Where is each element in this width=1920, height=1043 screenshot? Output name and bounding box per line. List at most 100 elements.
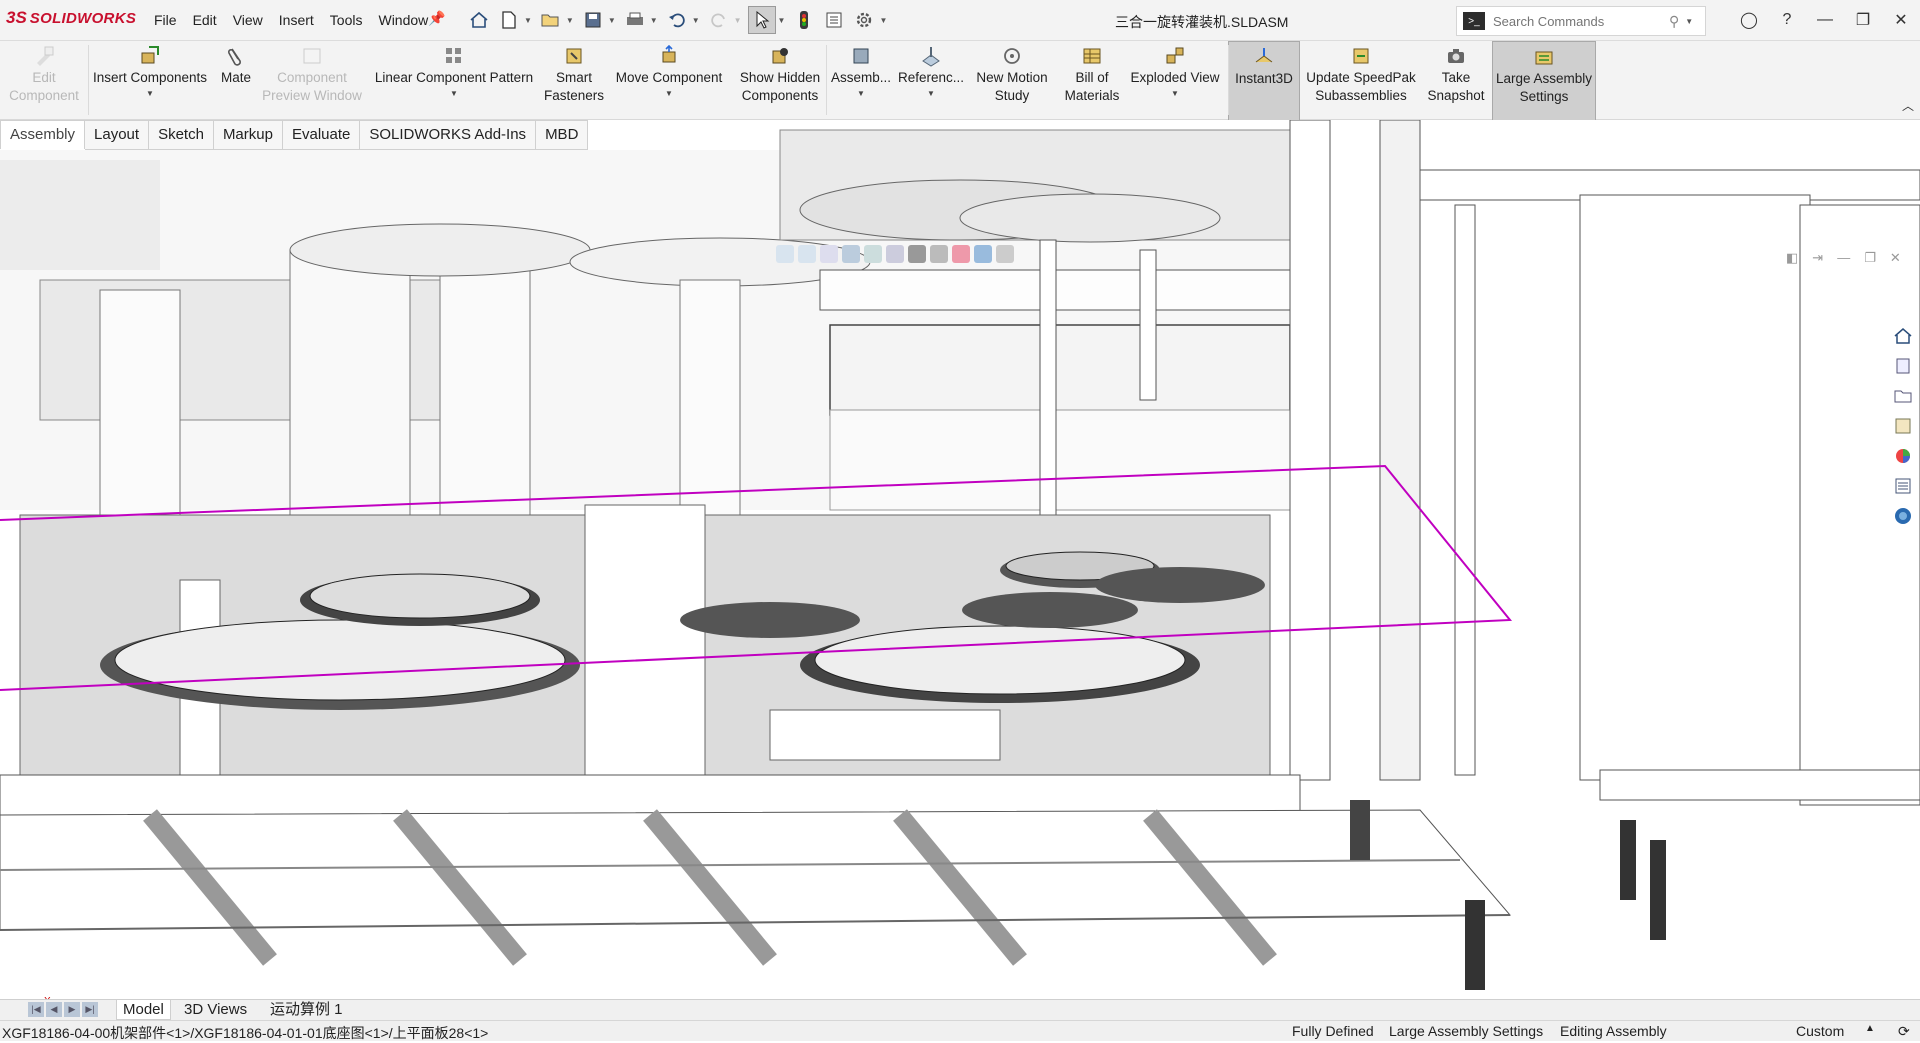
take-snapshot-button[interactable]: Take Snapshot <box>1420 41 1492 119</box>
mate-button[interactable]: Mate <box>212 41 260 119</box>
options-dropdown-icon[interactable]: ▼ <box>879 16 887 25</box>
status-units[interactable]: Custom <box>1796 1023 1844 1039</box>
update-speedpak-button[interactable]: Update SpeedPak Subassemblies <box>1302 41 1420 119</box>
display-style-icon[interactable] <box>908 245 926 263</box>
menu-insert[interactable]: Insert <box>271 12 322 28</box>
insert-components-button[interactable]: Insert Components ▼ <box>88 41 212 119</box>
link-views-icon[interactable]: ⇥ <box>1812 250 1823 266</box>
tab-evaluate[interactable]: Evaluate <box>282 120 361 150</box>
new-motion-study-button[interactable]: New Motion Study <box>966 41 1058 119</box>
collapse-ribbon-icon[interactable]: ︿ <box>1902 97 1914 114</box>
show-hidden-components-button[interactable]: Show Hidden Components <box>734 41 826 119</box>
solidworks-forum-icon[interactable] <box>1893 506 1913 526</box>
instant3d-button[interactable]: Instant3D <box>1228 41 1300 121</box>
edit-appearance-icon[interactable] <box>952 245 970 263</box>
restore-button[interactable]: ❐ <box>1844 10 1882 30</box>
tab-assembly[interactable]: Assembly <box>0 120 86 149</box>
user-account-icon[interactable]: ◯ <box>1730 10 1768 30</box>
smart-fasteners-button[interactable]: Smart Fasteners <box>544 41 604 119</box>
tab-addins[interactable]: SOLIDWORKS Add-Ins <box>360 120 537 150</box>
units-dropdown-icon[interactable]: ▲ <box>1865 1023 1875 1034</box>
options-gear-icon[interactable] <box>851 7 877 33</box>
reference-geometry-dropdown-icon[interactable]: ▼ <box>927 85 935 103</box>
viewport-restore-icon[interactable]: ❐ <box>1864 250 1876 266</box>
search-input[interactable] <box>1491 12 1665 30</box>
tab-sketch[interactable]: Sketch <box>149 120 214 150</box>
reference-geometry-button[interactable]: Referenc... ▼ <box>896 41 966 119</box>
file-properties-icon[interactable] <box>821 7 847 33</box>
linear-component-pattern-button[interactable]: Linear Component Pattern ▼ <box>364 41 544 119</box>
split-view-icon[interactable]: ◧ <box>1786 250 1798 266</box>
help-icon[interactable]: ? <box>1768 11 1806 29</box>
tab-3d-views[interactable]: 3D Views <box>178 1000 253 1019</box>
menu-edit[interactable]: Edit <box>185 12 225 28</box>
pattern-dropdown-icon[interactable]: ▼ <box>450 85 458 103</box>
save-icon[interactable] <box>580 7 606 33</box>
viewport-close-icon[interactable]: ✕ <box>1890 250 1901 266</box>
new-dropdown-icon[interactable]: ▼ <box>524 16 532 25</box>
dynamic-annotation-icon[interactable] <box>864 245 882 263</box>
last-tab-icon[interactable]: ▶| <box>82 1002 98 1017</box>
move-component-dropdown-icon[interactable]: ▼ <box>665 85 673 103</box>
print-dropdown-icon[interactable]: ▼ <box>650 16 658 25</box>
undo-dropdown-icon[interactable]: ▼ <box>692 16 700 25</box>
select-pointer-icon[interactable] <box>747 6 776 34</box>
section-view-icon[interactable] <box>842 245 860 263</box>
open-dropdown-icon[interactable]: ▼ <box>566 16 574 25</box>
exploded-view-dropdown-icon[interactable]: ▼ <box>1171 85 1179 103</box>
graphics-area[interactable]: ◧ ⇥ — ❐ ✕ X <box>0 120 1920 1000</box>
prev-tab-icon[interactable]: ◀ <box>46 1002 62 1017</box>
tab-motion-study[interactable]: 运动算例 1 <box>264 1000 349 1019</box>
edit-component-button[interactable]: Edit Component <box>0 41 88 119</box>
search-dropdown-icon[interactable]: ▼ <box>1685 17 1693 26</box>
menu-file[interactable]: File <box>146 12 185 28</box>
rebuild-icon[interactable] <box>791 7 817 33</box>
large-assembly-settings-button[interactable]: Large Assembly Settings <box>1492 41 1596 121</box>
file-explorer-icon[interactable] <box>1893 386 1913 406</box>
undo-icon[interactable] <box>664 7 690 33</box>
first-tab-icon[interactable]: |◀ <box>28 1002 44 1017</box>
zoom-area-icon[interactable] <box>798 245 816 263</box>
menu-window[interactable]: Window <box>370 12 436 28</box>
pin-menu-icon[interactable]: 📌 <box>428 10 445 27</box>
new-document-icon[interactable] <box>496 7 522 33</box>
tab-layout[interactable]: Layout <box>85 120 150 150</box>
search-icon[interactable]: ⚲ <box>1669 13 1679 30</box>
view-palette-icon[interactable] <box>1893 416 1913 436</box>
save-dropdown-icon[interactable]: ▼ <box>608 16 616 25</box>
move-component-button[interactable]: Move Component ▼ <box>604 41 734 119</box>
appearances-scenes-icon[interactable] <box>1893 446 1913 466</box>
view-settings-icon[interactable] <box>996 245 1014 263</box>
select-dropdown-icon[interactable]: ▼ <box>778 16 786 25</box>
assembly-features-dropdown-icon[interactable]: ▼ <box>857 85 865 103</box>
open-icon[interactable] <box>538 7 564 33</box>
hide-show-items-icon[interactable] <box>930 245 948 263</box>
zoom-to-fit-icon[interactable] <box>776 245 794 263</box>
print-icon[interactable] <box>622 7 648 33</box>
search-commands[interactable]: >_ ⚲ ▼ <box>1456 6 1706 36</box>
component-preview-window-button[interactable]: Component Preview Window <box>260 41 364 119</box>
solidworks-resources-icon[interactable] <box>1893 326 1913 346</box>
insert-components-dropdown-icon[interactable]: ▼ <box>146 85 154 103</box>
exploded-view-button[interactable]: Exploded View ▼ <box>1126 41 1224 119</box>
tab-mbd[interactable]: MBD <box>536 120 589 150</box>
design-library-icon[interactable] <box>1893 356 1913 376</box>
close-button[interactable]: ✕ <box>1882 10 1920 30</box>
tab-markup[interactable]: Markup <box>213 120 283 150</box>
previous-view-icon[interactable] <box>820 245 838 263</box>
home-icon[interactable] <box>466 7 492 33</box>
viewport-minimize-icon[interactable]: — <box>1837 250 1850 266</box>
tab-model[interactable]: Model <box>116 1000 171 1020</box>
apply-scene-icon[interactable] <box>974 245 992 263</box>
bill-of-materials-button[interactable]: Bill of Materials <box>1058 41 1126 119</box>
custom-properties-icon[interactable] <box>1893 476 1913 496</box>
status-large-assembly[interactable]: Large Assembly Settings <box>1389 1023 1543 1039</box>
menu-tools[interactable]: Tools <box>322 12 371 28</box>
minimize-button[interactable]: — <box>1806 11 1844 29</box>
assembly-features-button[interactable]: Assemb... ▼ <box>826 41 896 119</box>
solidworks-logo[interactable]: 3S SOLIDWORKS <box>6 8 136 28</box>
view-orientation-icon[interactable] <box>886 245 904 263</box>
menu-view[interactable]: View <box>225 12 271 28</box>
rebuild-status-icon[interactable]: ⟳ <box>1898 1023 1910 1040</box>
next-tab-icon[interactable]: ▶ <box>64 1002 80 1017</box>
